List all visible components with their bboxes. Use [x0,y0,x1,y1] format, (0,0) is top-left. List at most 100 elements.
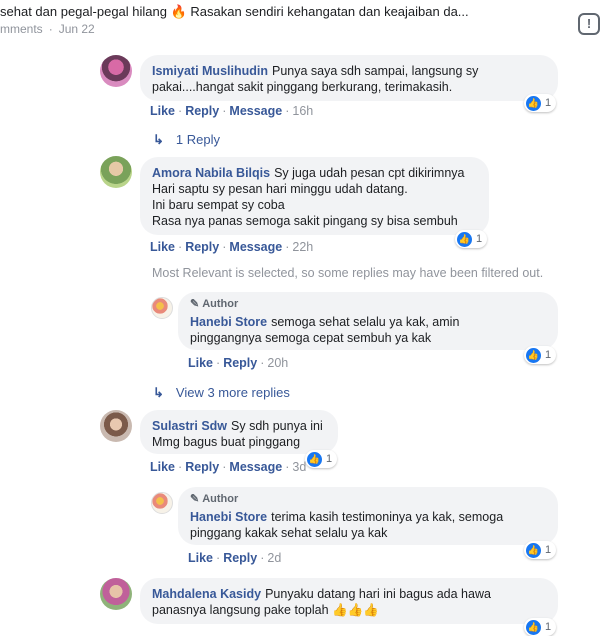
view-replies-label: 1 Reply [175,132,220,147]
comment-text-line: Mmg bagus buat pinggang [152,435,301,449]
comment-time[interactable]: 20h [267,356,288,370]
exclamation-icon[interactable]: ! [578,13,600,35]
comment-text: terima kasih testimoninya ya kak, semoga [271,510,504,524]
separator: · [178,104,183,118]
comment-text-line: panasnya langsung pake toplah 👍👍👍 [152,603,379,617]
post-header: sehat dan pegal-pegal hilang 🔥 Rasakan s… [0,0,600,44]
like-reaction-icon: 👍 [526,95,541,111]
comment-bubble: ✎ Author Hanebi Store terima kasih testimo… [178,487,558,545]
reply-button[interactable]: Reply [185,240,219,254]
comment-text-line: pinggang kakak sehat selalu ya kak [190,526,388,540]
reaction-number: 1 [476,233,483,245]
comment-author[interactable]: Hanebi Store [190,510,267,524]
view-more-replies-link[interactable]: ↳ View 3 more replies [153,385,290,401]
separator: · [178,240,183,254]
comment-bubble: Amora Nabila Bilqis Sy juga udah pesan cp… [140,157,489,235]
message-button[interactable]: Message [229,460,282,474]
reply-button[interactable]: Reply [185,104,219,118]
separator: · [216,551,221,565]
comment-time[interactable]: 3d [292,460,306,474]
author-badge: ✎ Author [190,296,546,312]
comment-text-line: Rasa nya panas semoga sakit pingang sy b… [152,214,458,228]
reaction-count[interactable]: 👍 1 [524,618,557,636]
reaction-number: 1 [545,621,552,633]
avatar[interactable] [151,297,173,319]
meta-separator: · [48,22,53,36]
comment-text-line: Ini baru sempat sy coba [152,198,285,212]
author-badge-label: Author [202,493,239,505]
reaction-count[interactable]: 👍 1 [455,230,488,248]
reaction-count[interactable]: 👍 1 [524,541,557,559]
pencil-icon: ✎ [190,298,200,310]
reaction-number: 1 [545,97,552,109]
separator: · [285,460,290,474]
reaction-number: 1 [545,349,552,361]
comment-actions: Like · Reply · 2d [188,551,281,565]
comment-bubble: Mahdalena Kasidy Punyaku datang hari ini … [140,578,558,624]
message-button[interactable]: Message [229,240,282,254]
comment-actions: Like · Reply · Message · 22h [150,240,313,254]
comment-bubble: Sulastri Sdw Sy sdh punya ini Mmg bagus b… [140,410,338,454]
separator: · [260,551,265,565]
post-meta: mments · Jun 22 [0,22,95,36]
message-button[interactable]: Message [229,104,282,118]
comment-time[interactable]: 22h [292,240,313,254]
like-button[interactable]: Like [188,356,213,370]
comment-actions: Like · Reply · Message · 3d [150,460,306,474]
like-button[interactable]: Like [150,460,175,474]
comments-count-link[interactable]: mments [0,22,43,36]
comment-time[interactable]: 16h [292,104,313,118]
comment-text: Punya saya sdh sampai, langsung sy [272,64,479,78]
comment-actions: Like · Reply · 20h [188,356,288,370]
reply-button[interactable]: Reply [223,551,257,565]
separator: · [216,356,221,370]
pencil-icon: ✎ [190,493,200,505]
like-button[interactable]: Like [188,551,213,565]
comment-text: semoga sehat selalu ya kak, amin [271,315,460,329]
separator: · [178,460,183,474]
like-button[interactable]: Like [150,104,175,118]
comment-author[interactable]: Amora Nabila Bilqis [152,166,270,180]
avatar[interactable] [100,578,132,610]
reaction-count[interactable]: 👍 1 [524,94,557,112]
reply-arrow-icon: ↳ [153,132,164,147]
comment-actions: Like · Reply · Message · 16h [150,104,313,118]
separator: · [222,460,227,474]
filter-notice: Most Relevant is selected, so some repli… [152,266,544,280]
like-reaction-icon: 👍 [526,619,541,635]
reply-arrow-icon: ↳ [153,385,164,400]
separator: · [260,356,265,370]
comment-author[interactable]: Sulastri Sdw [152,419,227,433]
comment-text: Sy sdh punya ini [231,419,323,433]
comment-text-line: pinggangnya semoga cepat sembuh ya kak [190,331,432,345]
author-badge-label: Author [202,298,239,310]
reaction-count[interactable]: 👍 1 [305,450,338,468]
reply-button[interactable]: Reply [185,460,219,474]
reaction-number: 1 [545,544,552,556]
like-reaction-icon: 👍 [526,347,541,363]
reaction-number: 1 [326,453,333,465]
comment-bubble: Ismiyati Muslihudin Punya saya sdh sampai… [140,55,558,101]
like-button[interactable]: Like [150,240,175,254]
avatar[interactable] [100,156,132,188]
post-date[interactable]: Jun 22 [59,22,95,36]
avatar[interactable] [100,55,132,87]
comment-bubble: ✎ Author Hanebi Store semoga sehat selalu … [178,292,558,350]
like-reaction-icon: 👍 [307,451,322,467]
comment-text: Punyaku datang hari ini bagus ada hawa [265,587,491,601]
comment-time[interactable]: 2d [267,551,281,565]
view-replies-link[interactable]: ↳ 1 Reply [153,132,220,148]
comment-author[interactable]: Mahdalena Kasidy [152,587,261,601]
reaction-count[interactable]: 👍 1 [524,346,557,364]
comment-author[interactable]: Ismiyati Muslihudin [152,64,268,78]
like-reaction-icon: 👍 [457,231,472,247]
comment-author[interactable]: Hanebi Store [190,315,267,329]
avatar[interactable] [151,492,173,514]
separator: · [285,104,290,118]
separator: · [285,240,290,254]
avatar[interactable] [100,410,132,442]
reply-button[interactable]: Reply [223,356,257,370]
author-badge: ✎ Author [190,491,546,507]
separator: · [222,104,227,118]
like-reaction-icon: 👍 [526,542,541,558]
